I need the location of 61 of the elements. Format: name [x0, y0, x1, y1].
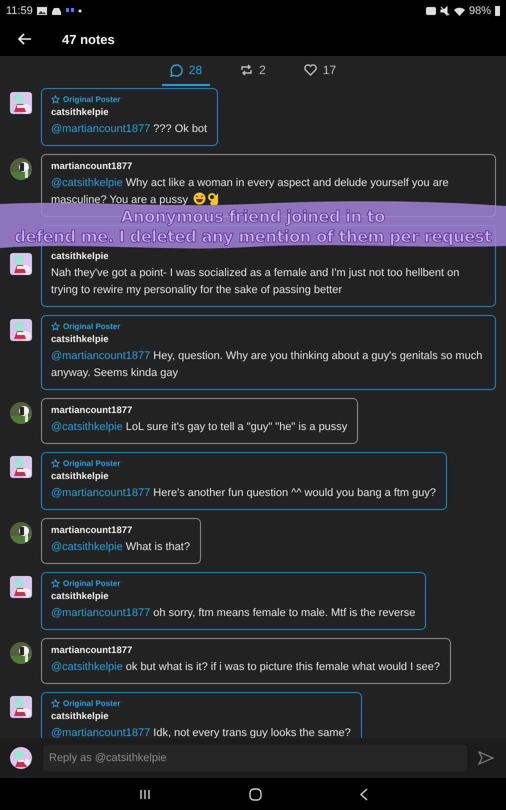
author-name[interactable]: martiancount1877	[51, 645, 132, 656]
author-name[interactable]: martiancount1877	[51, 405, 132, 416]
mute-icon	[440, 6, 450, 16]
reply-text: @martiancount1877 Idk, not every trans guy looks the same?	[51, 726, 351, 738]
author-name[interactable]: catsithkelpie	[51, 334, 109, 345]
reply-text: @martiancount1877 Here's another fun question ^^ would you bang a ftm guy?	[51, 486, 436, 501]
annotation-text: Anonymous friend joined in to	[121, 209, 385, 225]
notes-tab[interactable]: 28	[162, 56, 210, 86]
mention-link[interactable]: @martiancount1877	[51, 487, 150, 499]
page-title: 47 notes	[62, 32, 115, 46]
notes-tab[interactable]: 17	[296, 56, 344, 86]
original-poster-label: Original Poster	[63, 699, 120, 708]
original-poster-label: Original Poster	[63, 95, 120, 104]
original-poster-label: Original Poster	[63, 322, 120, 331]
original-poster-label: Original Poster	[63, 459, 120, 468]
author-name[interactable]: catsithkelpie	[51, 591, 109, 602]
notes-tab[interactable]: 2	[232, 56, 274, 86]
battery-level: 98%	[468, 5, 491, 17]
home-icon[interactable]	[248, 788, 262, 800]
author-name[interactable]: martiancount1877	[51, 161, 132, 172]
reply-text: @catsithkelpie What is that?	[51, 540, 190, 555]
heart-icon	[304, 64, 317, 76]
send-icon[interactable]	[478, 751, 494, 765]
reply-field[interactable]: Reply as @catsithkelpie	[43, 745, 467, 771]
reply-text: @martiancount1877 ??? Ok bot	[51, 122, 208, 137]
author-name[interactable]: martiancount1877	[51, 525, 132, 536]
author-name[interactable]: catsithkelpie	[51, 107, 109, 118]
star-icon	[51, 579, 60, 588]
mention-link[interactable]: @catsithkelpie	[51, 661, 123, 673]
reply-text: @catsithkelpie ok but what is it? if i was to picture this female what would I see?	[51, 660, 440, 675]
mention-link[interactable]: @catsithkelpie	[51, 541, 123, 553]
status-time: 11:59	[6, 5, 33, 17]
reply-text: @catsithkelpie LoL sure it's gay to tell a "guy" "he" is a pussy	[51, 420, 348, 435]
back-icon[interactable]	[18, 33, 32, 45]
mention-link[interactable]: @catsithkelpie	[51, 177, 123, 189]
speech-bubble-icon	[170, 64, 183, 76]
star-icon	[51, 322, 60, 331]
mention-link[interactable]: @martiancount1877	[51, 727, 150, 738]
star-icon	[51, 459, 60, 468]
back-nav-icon[interactable]	[360, 788, 368, 800]
original-poster-label: Original Poster	[63, 579, 120, 588]
dot-icon	[78, 9, 82, 13]
recent-apps-icon[interactable]	[138, 788, 150, 800]
mention-link[interactable]: @martiancount1877	[51, 350, 150, 362]
mention-link[interactable]: @catsithkelpie	[51, 421, 123, 433]
reply-text: @martiancount1877 Hey, question. Why are you thinking about a guy's genitals so much anyway. Seems kinda gay	[51, 349, 484, 381]
author-name[interactable]: catsithkelpie	[51, 711, 109, 722]
ok-hand-icon	[208, 192, 220, 205]
reply-text: @martiancount1877 oh sorry, ftm means female to male. Mtf is the reverse	[51, 606, 416, 621]
image-icon	[36, 6, 47, 16]
mention-link[interactable]: @martiancount1877	[51, 607, 150, 619]
reply-text: Nah they've got a point- I was socialized as a female and I'm just not too hellbent on trying to rewire my personality for the sake of passing better	[51, 266, 460, 298]
author-name[interactable]: catsithkelpie	[51, 471, 109, 482]
mention-link[interactable]: @martiancount1877	[51, 123, 150, 135]
battery-icon	[495, 6, 500, 16]
annotation-text: defend me. I deleted any mention of them per request	[14, 229, 492, 245]
author-name[interactable]: catsithkelpie	[51, 251, 109, 262]
wifi-icon	[454, 6, 465, 16]
reblog-icon	[240, 64, 254, 76]
star-icon	[51, 95, 60, 104]
star-icon	[51, 699, 60, 708]
